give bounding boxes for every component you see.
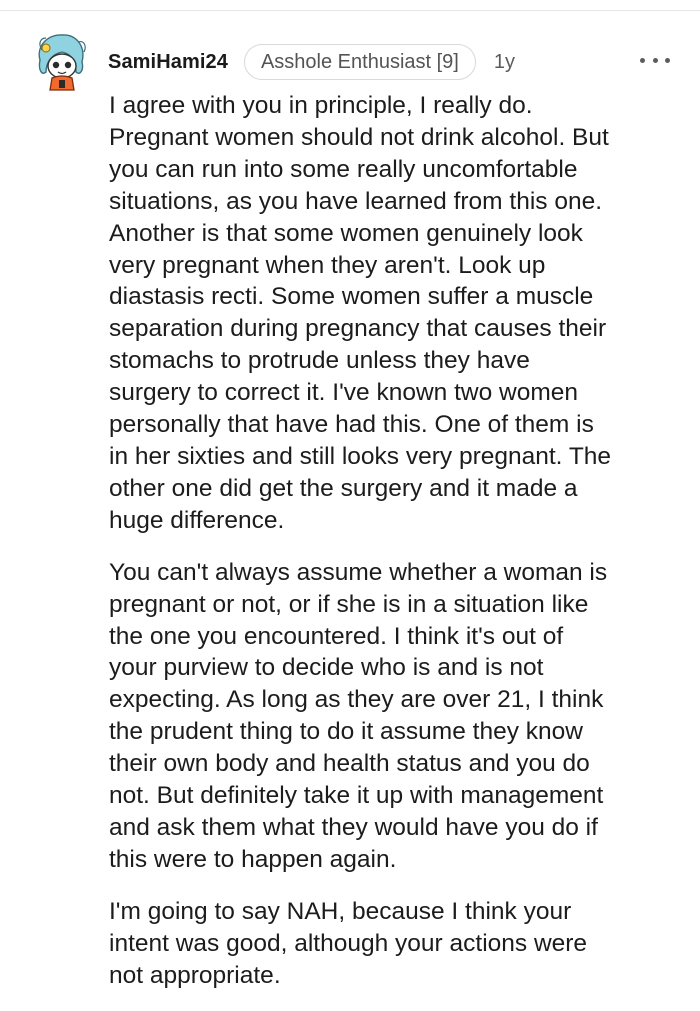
comment-body: I agree with you in principle, I really …: [109, 90, 679, 1011]
comment-paragraph: I agree with you in principle, I really …: [109, 92, 612, 534]
comment-age: 1y: [493, 50, 515, 73]
user-flair-badge: Asshole Enthusiast [9]: [243, 44, 476, 80]
snoo-avatar-icon[interactable]: [32, 32, 90, 92]
more-options-icon[interactable]: [640, 50, 670, 70]
comment-paragraph: I'm going to say NAH, because I think yo…: [109, 897, 588, 989]
dot: [640, 57, 645, 63]
dot: [665, 57, 670, 63]
comment-paragraph: You can't always assume whether a woman …: [109, 558, 608, 873]
comment-header: SamiHami24 Asshole Enthusiast [9] 1y: [108, 44, 668, 80]
comment: SamiHami24 Asshole Enthusiast [9] 1y I a…: [0, 0, 700, 1003]
dot: [652, 57, 658, 63]
username[interactable]: SamiHami24: [108, 51, 228, 74]
